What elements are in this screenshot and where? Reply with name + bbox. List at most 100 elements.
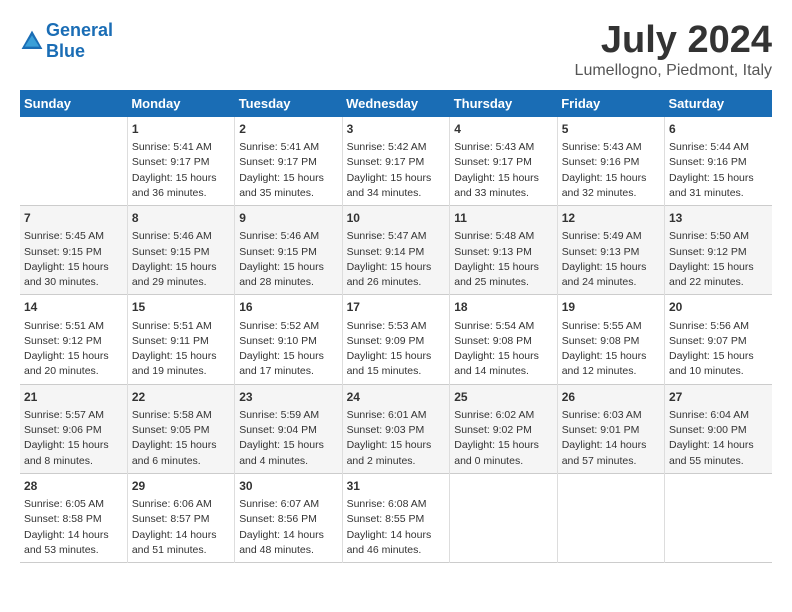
day-content: Sunrise: 6:03 AM Sunset: 9:01 PM Dayligh… xyxy=(562,408,660,469)
day-number: 30 xyxy=(239,478,337,495)
day-number: 25 xyxy=(454,389,552,406)
day-number: 6 xyxy=(669,121,768,138)
calendar-cell: 28 Sunrise: 6:05 AM Sunset: 8:58 PM Dayli… xyxy=(20,473,127,562)
day-number: 5 xyxy=(562,121,660,138)
calendar-cell: 8Sunrise: 5:46 AM Sunset: 9:15 PM Daylig… xyxy=(127,206,234,295)
day-number: 19 xyxy=(562,299,660,316)
calendar-table: SundayMondayTuesdayWednesdayThursdayFrid… xyxy=(20,90,772,563)
day-content: Sunrise: 5:48 AM Sunset: 9:13 PM Dayligh… xyxy=(454,229,552,290)
day-number: 26 xyxy=(562,389,660,406)
day-content: Sunrise: 5:58 AM Sunset: 9:05 PM Dayligh… xyxy=(132,408,230,469)
day-content: Sunrise: 6:05 AM Sunset: 8:58 PM Dayligh… xyxy=(24,497,123,558)
page-header: General Blue July 2024 Lumellogno, Piedm… xyxy=(20,20,772,80)
header-day-friday: Friday xyxy=(557,90,664,117)
calendar-cell: 25 Sunrise: 6:02 AM Sunset: 9:02 PM Dayli… xyxy=(450,384,557,473)
day-content: Sunrise: 5:43 AM Sunset: 9:16 PM Dayligh… xyxy=(562,140,660,201)
day-content: Sunrise: 5:56 AM Sunset: 9:07 PM Dayligh… xyxy=(669,319,768,380)
day-number: 1 xyxy=(132,121,230,138)
day-number: 29 xyxy=(132,478,230,495)
week-row-3: 14 Sunrise: 5:51 AM Sunset: 9:12 PM Dayli… xyxy=(20,295,772,384)
header-day-tuesday: Tuesday xyxy=(235,90,342,117)
header-day-sunday: Sunday xyxy=(20,90,127,117)
day-number: 20 xyxy=(669,299,768,316)
day-content: Sunrise: 5:41 AM Sunset: 9:17 PM Dayligh… xyxy=(239,140,337,201)
calendar-cell: 11Sunrise: 5:48 AM Sunset: 9:13 PM Dayli… xyxy=(450,206,557,295)
day-content: Sunrise: 5:54 AM Sunset: 9:08 PM Dayligh… xyxy=(454,319,552,380)
day-content: Sunrise: 5:49 AM Sunset: 9:13 PM Dayligh… xyxy=(562,229,660,290)
logo: General Blue xyxy=(20,20,113,61)
day-number: 12 xyxy=(562,210,660,227)
day-content: Sunrise: 5:42 AM Sunset: 9:17 PM Dayligh… xyxy=(347,140,446,201)
calendar-cell: 10 Sunrise: 5:47 AM Sunset: 9:14 PM Dayli… xyxy=(342,206,450,295)
day-number: 28 xyxy=(24,478,123,495)
calendar-cell: 4 Sunrise: 5:43 AM Sunset: 9:17 PM Daylig… xyxy=(450,117,557,206)
calendar-cell: 24 Sunrise: 6:01 AM Sunset: 9:03 PM Dayli… xyxy=(342,384,450,473)
header-day-monday: Monday xyxy=(127,90,234,117)
logo-text-general: General xyxy=(46,20,113,40)
day-number: 23 xyxy=(239,389,337,406)
week-row-4: 21 Sunrise: 5:57 AM Sunset: 9:06 PM Dayli… xyxy=(20,384,772,473)
month-year: July 2024 xyxy=(575,20,772,62)
calendar-cell xyxy=(557,473,664,562)
location: Lumellogno, Piedmont, Italy xyxy=(575,62,772,80)
day-content: Sunrise: 5:44 AM Sunset: 9:16 PM Dayligh… xyxy=(669,140,768,201)
calendar-cell: 1Sunrise: 5:41 AM Sunset: 9:17 PM Daylig… xyxy=(127,117,234,206)
day-content: Sunrise: 6:07 AM Sunset: 8:56 PM Dayligh… xyxy=(239,497,337,558)
calendar-cell: 12 Sunrise: 5:49 AM Sunset: 9:13 PM Dayli… xyxy=(557,206,664,295)
day-number: 17 xyxy=(347,299,446,316)
header-day-thursday: Thursday xyxy=(450,90,557,117)
calendar-cell: 2 Sunrise: 5:41 AM Sunset: 9:17 PM Daylig… xyxy=(235,117,342,206)
logo-text-blue: Blue xyxy=(46,41,85,61)
calendar-cell: 16 Sunrise: 5:52 AM Sunset: 9:10 PM Dayli… xyxy=(235,295,342,384)
calendar-cell: 6 Sunrise: 5:44 AM Sunset: 9:16 PM Daylig… xyxy=(665,117,773,206)
calendar-cell: 29 Sunrise: 6:06 AM Sunset: 8:57 PM Dayli… xyxy=(127,473,234,562)
day-number: 7 xyxy=(24,210,123,227)
day-number: 13 xyxy=(669,210,768,227)
logo-icon xyxy=(20,29,44,53)
calendar-cell: 18 Sunrise: 5:54 AM Sunset: 9:08 PM Dayli… xyxy=(450,295,557,384)
day-content: Sunrise: 5:52 AM Sunset: 9:10 PM Dayligh… xyxy=(239,319,337,380)
day-content: Sunrise: 5:43 AM Sunset: 9:17 PM Dayligh… xyxy=(454,140,552,201)
header-day-wednesday: Wednesday xyxy=(342,90,450,117)
day-number: 4 xyxy=(454,121,552,138)
calendar-cell: 27 Sunrise: 6:04 AM Sunset: 9:00 PM Dayli… xyxy=(665,384,773,473)
day-number: 18 xyxy=(454,299,552,316)
day-number: 15 xyxy=(132,299,230,316)
day-content: Sunrise: 5:59 AM Sunset: 9:04 PM Dayligh… xyxy=(239,408,337,469)
day-content: Sunrise: 6:04 AM Sunset: 9:00 PM Dayligh… xyxy=(669,408,768,469)
calendar-cell: 5 Sunrise: 5:43 AM Sunset: 9:16 PM Daylig… xyxy=(557,117,664,206)
day-content: Sunrise: 5:53 AM Sunset: 9:09 PM Dayligh… xyxy=(347,319,446,380)
day-content: Sunrise: 5:47 AM Sunset: 9:14 PM Dayligh… xyxy=(347,229,446,290)
day-number: 22 xyxy=(132,389,230,406)
calendar-cell: 3 Sunrise: 5:42 AM Sunset: 9:17 PM Daylig… xyxy=(342,117,450,206)
day-content: Sunrise: 6:01 AM Sunset: 9:03 PM Dayligh… xyxy=(347,408,446,469)
calendar-cell: 21 Sunrise: 5:57 AM Sunset: 9:06 PM Dayli… xyxy=(20,384,127,473)
week-row-5: 28 Sunrise: 6:05 AM Sunset: 8:58 PM Dayli… xyxy=(20,473,772,562)
calendar-cell: 22 Sunrise: 5:58 AM Sunset: 9:05 PM Dayli… xyxy=(127,384,234,473)
day-number: 21 xyxy=(24,389,123,406)
day-number: 2 xyxy=(239,121,337,138)
calendar-cell: 7 Sunrise: 5:45 AM Sunset: 9:15 PM Daylig… xyxy=(20,206,127,295)
day-number: 3 xyxy=(347,121,446,138)
day-content: Sunrise: 6:06 AM Sunset: 8:57 PM Dayligh… xyxy=(132,497,230,558)
day-number: 27 xyxy=(669,389,768,406)
day-content: Sunrise: 5:50 AM Sunset: 9:12 PM Dayligh… xyxy=(669,229,768,290)
day-content: Sunrise: 6:08 AM Sunset: 8:55 PM Dayligh… xyxy=(347,497,446,558)
calendar-cell: 15Sunrise: 5:51 AM Sunset: 9:11 PM Dayli… xyxy=(127,295,234,384)
day-number: 16 xyxy=(239,299,337,316)
day-number: 24 xyxy=(347,389,446,406)
day-content: Sunrise: 5:45 AM Sunset: 9:15 PM Dayligh… xyxy=(24,229,123,290)
calendar-cell: 30 Sunrise: 6:07 AM Sunset: 8:56 PM Dayli… xyxy=(235,473,342,562)
calendar-cell: 13 Sunrise: 5:50 AM Sunset: 9:12 PM Dayli… xyxy=(665,206,773,295)
day-number: 9 xyxy=(239,210,337,227)
day-content: Sunrise: 5:51 AM Sunset: 9:12 PM Dayligh… xyxy=(24,319,123,380)
day-content: Sunrise: 5:46 AM Sunset: 9:15 PM Dayligh… xyxy=(239,229,337,290)
day-content: Sunrise: 6:02 AM Sunset: 9:02 PM Dayligh… xyxy=(454,408,552,469)
day-content: Sunrise: 5:57 AM Sunset: 9:06 PM Dayligh… xyxy=(24,408,123,469)
week-row-2: 7 Sunrise: 5:45 AM Sunset: 9:15 PM Daylig… xyxy=(20,206,772,295)
calendar-cell xyxy=(665,473,773,562)
day-number: 10 xyxy=(347,210,446,227)
calendar-cell: 20 Sunrise: 5:56 AM Sunset: 9:07 PM Dayli… xyxy=(665,295,773,384)
header-day-saturday: Saturday xyxy=(665,90,773,117)
day-number: 14 xyxy=(24,299,123,316)
